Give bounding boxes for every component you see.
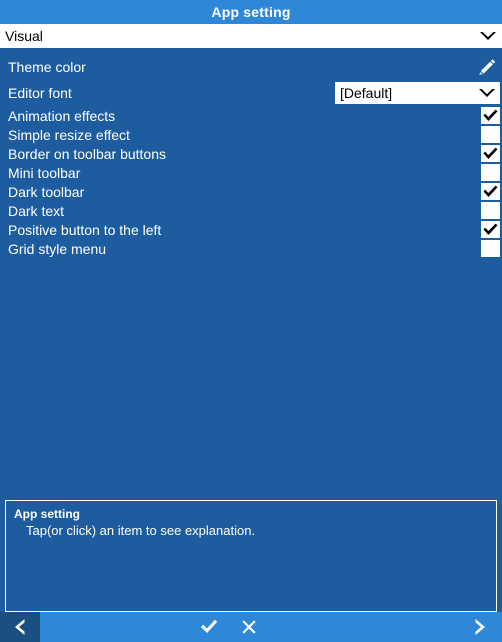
checkbox-unchecked[interactable] [481,202,500,219]
confirm-button[interactable] [198,616,220,638]
checkbox-checked[interactable] [481,145,500,162]
setting-control[interactable] [481,221,502,238]
toolbar-actions [40,616,458,638]
setting-control[interactable] [481,183,502,200]
setting-label: Grid style menu [8,240,107,257]
setting-row-editor-font[interactable]: Editor font [Default] [0,80,502,106]
back-button[interactable] [0,612,40,642]
setting-label: Animation effects [8,107,116,124]
setting-label: Mini toolbar [8,164,81,181]
setting-row-dark-toolbar[interactable]: Dark toolbar [0,182,502,201]
bottom-toolbar [0,612,502,642]
editor-font-value: [Default] [340,85,393,101]
check-icon [483,147,498,159]
category-select[interactable]: Visual [0,24,502,48]
setting-row-simple-resize-effect[interactable]: Simple resize effect [0,125,502,144]
setting-control[interactable]: [Default] [335,82,502,104]
setting-control[interactable] [481,202,502,219]
setting-row-animation-effects[interactable]: Animation effects [0,106,502,125]
setting-label: Border on toolbar buttons [8,145,166,162]
checkbox-unchecked[interactable] [481,164,500,181]
setting-row-border-on-toolbar-buttons[interactable]: Border on toolbar buttons [0,144,502,163]
explanation-title: App setting [14,507,80,521]
title-bar: App setting [0,0,502,24]
checkbox-unchecked[interactable] [481,126,500,143]
setting-label: Dark toolbar [8,183,85,200]
editor-font-select[interactable]: [Default] [335,82,500,104]
check-icon [201,619,218,633]
forward-chevron-icon [475,619,485,635]
checkbox-checked[interactable] [481,107,500,124]
setting-label: Theme color [8,59,86,75]
setting-control[interactable] [481,164,502,181]
back-chevron-icon [15,619,25,635]
checkbox-unchecked[interactable] [481,240,500,257]
checkbox-checked[interactable] [481,221,500,238]
setting-label: Positive button to the left [8,221,162,238]
explanation-body: Tap(or click) an item to see explanation… [26,523,256,539]
setting-label: Simple resize effect [8,126,130,143]
cancel-button[interactable] [238,616,260,638]
check-icon [483,109,498,121]
setting-control[interactable] [481,240,502,257]
setting-row-grid-style-menu[interactable]: Grid style menu [0,239,502,258]
next-button[interactable] [458,612,502,642]
checkbox-checked[interactable] [481,183,500,200]
check-icon [483,185,498,197]
setting-control[interactable] [477,58,502,76]
close-icon [242,620,256,634]
category-selected-value: Visual [5,28,43,44]
chevron-down-icon [479,89,495,97]
chevron-down-icon [480,32,496,40]
setting-control[interactable] [481,145,502,162]
setting-label: Editor font [8,85,72,101]
setting-control[interactable] [481,107,502,124]
setting-row-theme-color[interactable]: Theme color [0,54,502,80]
setting-control[interactable] [481,126,502,143]
setting-row-mini-toolbar[interactable]: Mini toolbar [0,163,502,182]
page-title: App setting [211,4,291,20]
explanation-panel: App setting Tap(or click) an item to see… [5,500,497,612]
check-icon [483,223,498,235]
pencil-icon[interactable] [477,58,497,76]
setting-row-positive-button-to-the-left[interactable]: Positive button to the left [0,220,502,239]
setting-row-dark-text[interactable]: Dark text [0,201,502,220]
setting-label: Dark text [8,202,65,219]
settings-list: Theme color Editor font [Default] Animat… [0,48,502,258]
